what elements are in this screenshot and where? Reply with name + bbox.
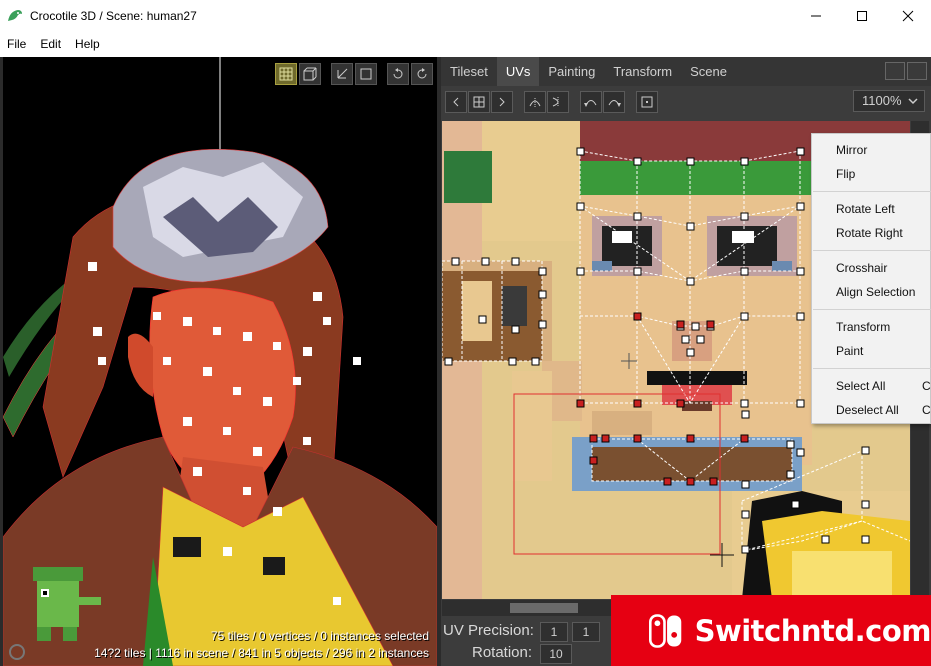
center-icon <box>641 96 653 108</box>
menu-item-flip[interactable]: Flip <box>836 167 855 181</box>
prev-button[interactable] <box>445 91 467 113</box>
redo-button[interactable] <box>411 63 433 85</box>
flip-vertical-icon <box>529 98 541 107</box>
maximize-icon <box>857 10 867 21</box>
menu-item-deselect-all[interactable]: Deselect All <box>836 403 899 417</box>
menu-divider <box>813 368 931 369</box>
viewport-stats: 75 tiles / 0 vertices / 0 instances sele… <box>94 628 429 662</box>
minimize-icon <box>811 15 821 16</box>
uv-precision-label: UV Precision: <box>443 622 534 639</box>
zoom-select[interactable]: 1100% <box>853 90 925 112</box>
selection-stats: 75 tiles / 0 vertices / 0 instances sele… <box>210 629 429 643</box>
watermark-text: Switchntd.com <box>694 613 931 648</box>
menu-item-rotate-left[interactable]: Rotate Left <box>836 202 895 216</box>
select-all-shortcut: C <box>922 379 931 393</box>
tab-transform[interactable]: Transform <box>604 57 681 86</box>
watermark: Switchntd.com <box>611 595 931 666</box>
menu-item-rotate-right[interactable]: Rotate Right <box>836 226 903 240</box>
uv-context-menu: Mirror Flip Rotate Left Rotate Right Cro… <box>811 133 931 424</box>
flip-horizontal-button[interactable] <box>547 91 569 113</box>
undo-icon <box>393 68 403 79</box>
minimize-button[interactable] <box>793 0 839 31</box>
switch-logo-icon <box>649 613 682 648</box>
window-title: Crocotile 3D / Scene: human27 <box>30 8 197 23</box>
cube-icon <box>303 67 317 81</box>
menu-divider <box>813 191 931 192</box>
center-button[interactable] <box>636 91 658 113</box>
uv-grid-button[interactable] <box>468 91 490 113</box>
deselect-all-shortcut: C <box>922 403 931 417</box>
chevron-left-icon <box>453 97 459 107</box>
3d-viewport[interactable]: 75 tiles / 0 vertices / 0 instances sele… <box>3 57 437 666</box>
next-button[interactable] <box>491 91 513 113</box>
scene-stats: 14?2 tiles | 1116 in scene / 841 in 5 ob… <box>94 646 429 660</box>
panel-minimize-button[interactable] <box>885 62 905 80</box>
tab-painting[interactable]: Painting <box>539 57 604 86</box>
menu-file[interactable]: File <box>0 31 33 57</box>
axis-arrows-icon <box>337 68 348 79</box>
scrollbar-thumb[interactable] <box>510 603 578 613</box>
crocodile-app-icon <box>8 9 22 21</box>
viewport-toolbar <box>275 63 433 85</box>
square-icon <box>360 68 372 80</box>
menu-item-mirror[interactable]: Mirror <box>836 143 867 157</box>
menu-bar: File Edit Help <box>0 31 931 57</box>
title-bar: Crocotile 3D / Scene: human27 <box>0 0 931 31</box>
select-box-button[interactable] <box>355 63 377 85</box>
object-mode-button[interactable] <box>299 63 321 85</box>
tab-tileset[interactable]: Tileset <box>441 57 497 86</box>
uv-toolbar: 1100% <box>441 86 931 118</box>
menu-item-select-all[interactable]: Select All <box>836 379 885 393</box>
panel-undock-button[interactable] <box>907 62 927 80</box>
flip-vertical-button[interactable] <box>524 91 546 113</box>
menu-help[interactable]: Help <box>68 31 107 57</box>
rotate-left-icon <box>584 100 597 107</box>
menu-divider <box>813 250 931 251</box>
maximize-button[interactable] <box>839 0 885 31</box>
menu-item-crosshair[interactable]: Crosshair <box>836 261 887 275</box>
move-gizmo-button[interactable] <box>331 63 353 85</box>
rotate-left-button[interactable] <box>580 91 602 113</box>
tab-uvs[interactable]: UVs <box>496 57 540 86</box>
chevron-down-icon <box>908 98 918 105</box>
menu-divider <box>813 309 931 310</box>
3d-scene-render <box>3 57 437 666</box>
flip-horizontal-icon <box>552 97 559 107</box>
grid-icon <box>473 96 485 108</box>
rotation-label: Rotation: <box>472 644 533 661</box>
rotate-right-button[interactable] <box>603 91 625 113</box>
crocotile-app: Crocotile 3D / Scene: human27 File Edit … <box>0 0 931 666</box>
close-icon <box>902 10 914 21</box>
menu-item-align-selection[interactable]: Align Selection <box>836 285 915 299</box>
rotate-right-icon <box>608 100 621 107</box>
rotation-input[interactable]: 10 <box>540 644 572 664</box>
close-button[interactable] <box>885 0 931 31</box>
uv-precision-y-input[interactable]: 1 <box>572 622 600 642</box>
menu-item-transform[interactable]: Transform <box>836 320 890 334</box>
uv-precision-x-input[interactable]: 1 <box>540 622 568 642</box>
menu-edit[interactable]: Edit <box>33 31 68 57</box>
redo-icon <box>417 68 427 79</box>
menu-item-paint[interactable]: Paint <box>836 344 863 358</box>
grid-icon <box>279 67 293 81</box>
undo-button[interactable] <box>387 63 409 85</box>
status-indicator[interactable] <box>9 644 25 660</box>
chevron-right-icon <box>499 97 505 107</box>
tab-scene[interactable]: Scene <box>681 57 736 86</box>
zoom-value: 1100% <box>862 93 902 108</box>
tile-mode-button[interactable] <box>275 63 297 85</box>
panel-tabs: Tileset UVs Painting Transform Scene <box>441 57 931 86</box>
